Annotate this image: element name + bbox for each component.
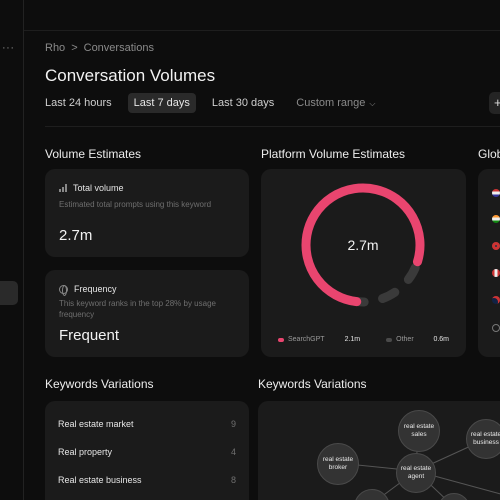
- chevron-right-icon: >: [71, 42, 78, 54]
- donut-segment-other: [378, 287, 400, 304]
- list-item[interactable]: Real property 4: [58, 447, 236, 457]
- add-button[interactable]: +: [489, 92, 500, 114]
- donut-legend: SearchGPT 2.1m Other 0.6m: [278, 336, 449, 343]
- platform-volume-card: 2.7m SearchGPT 2.1m Other 0.6m: [261, 169, 466, 357]
- section-title-keywords-graph: Keywords Variations: [258, 377, 367, 391]
- frequency-value: Frequent: [59, 327, 120, 344]
- breadcrumb-root[interactable]: Rho: [45, 42, 65, 54]
- time-range-tabs: Last 24 hours Last 7 days Last 30 days C…: [45, 93, 381, 113]
- legend-value-searchgpt: 2.1m: [344, 336, 361, 343]
- ca-flag-icon: [492, 269, 500, 277]
- frequency-description: This keyword ranks in the top 28% by usa…: [59, 299, 216, 319]
- chevron-down-icon: ⌵: [369, 99, 376, 108]
- header-divider: [24, 30, 500, 31]
- keyword-label: Real estate business: [58, 475, 142, 485]
- tabs-divider: [45, 126, 500, 127]
- section-title-keywords-list: Keywords Variations: [45, 377, 154, 391]
- donut-segment-other: [403, 263, 420, 284]
- globe-icon: [59, 284, 68, 296]
- us-flag-icon: [492, 189, 500, 197]
- keywords-list-card: Real estate market 9 Real property 4 Rea…: [45, 401, 249, 500]
- list-item[interactable]: Real estate business 8: [58, 475, 236, 485]
- legend-value-other: 0.6m: [433, 336, 449, 343]
- gb-flag-icon: [492, 242, 500, 250]
- custom-range-label: Custom range: [296, 97, 366, 109]
- bar-chart-icon: [59, 184, 67, 192]
- total-volume-value: 2.7m: [59, 227, 93, 244]
- platform-donut-chart: 2.7m: [301, 183, 425, 307]
- keyword-label: Real property: [58, 447, 113, 457]
- global-card: [478, 169, 500, 357]
- keyword-label: Real estate market: [58, 419, 134, 429]
- searchgpt-swatch: [278, 337, 284, 342]
- legend-label-other: Other: [396, 336, 414, 343]
- keyword-count: 4: [230, 447, 236, 457]
- keyword-bubble[interactable]: real estate business: [466, 419, 500, 459]
- tab-last-30-days[interactable]: Last 30 days: [206, 93, 280, 113]
- total-volume-card: Total volume Estimated total prompts usi…: [45, 169, 249, 257]
- keyword-count: 9: [230, 419, 236, 429]
- legend-item-searchgpt: SearchGPT: [278, 336, 325, 343]
- page-title: Conversation Volumes: [45, 66, 216, 85]
- keyword-bubble[interactable]: real estate broker: [317, 443, 359, 485]
- breadcrumb-current: Conversations: [83, 42, 154, 54]
- keyword-count: 8: [230, 475, 236, 485]
- section-title-global: Glob: [478, 147, 500, 161]
- au-flag-icon: [492, 296, 500, 304]
- breadcrumb: Rho > Conversations: [45, 42, 154, 54]
- sidebar: ···: [0, 0, 24, 500]
- more-options-icon[interactable]: ···: [2, 42, 15, 54]
- sidebar-active-item[interactable]: [0, 281, 18, 305]
- keywords-graph-card: real estate sales real estate business r…: [258, 401, 500, 500]
- keyword-graph-links: [337, 430, 500, 500]
- legend-label-searchgpt: SearchGPT: [288, 336, 325, 343]
- donut-center-value: 2.7m: [347, 237, 378, 253]
- other-swatch: [386, 337, 393, 342]
- in-flag-icon: [492, 215, 500, 223]
- frequency-label: Frequency: [74, 284, 117, 294]
- custom-range-dropdown[interactable]: Custom range ⌵: [290, 93, 381, 113]
- list-item[interactable]: Real estate market 9: [58, 419, 236, 429]
- section-title-volume-estimates: Volume Estimates: [45, 147, 142, 161]
- legend-item-other: Other: [386, 336, 414, 343]
- frequency-card: Frequency This keyword ranks in the top …: [45, 270, 249, 357]
- keyword-bubble[interactable]: real estate sales: [398, 410, 440, 452]
- total-volume-label: Total volume: [73, 183, 124, 193]
- section-title-platform-volume: Platform Volume Estimates: [261, 147, 406, 161]
- keyword-bubble[interactable]: real estate agent: [396, 453, 436, 493]
- tab-last-7-days[interactable]: Last 7 days: [127, 93, 196, 113]
- tab-last-24-hours[interactable]: Last 24 hours: [45, 93, 118, 113]
- total-volume-description: Estimated total prompts using this keywo…: [59, 200, 212, 209]
- globe-icon: [492, 324, 500, 332]
